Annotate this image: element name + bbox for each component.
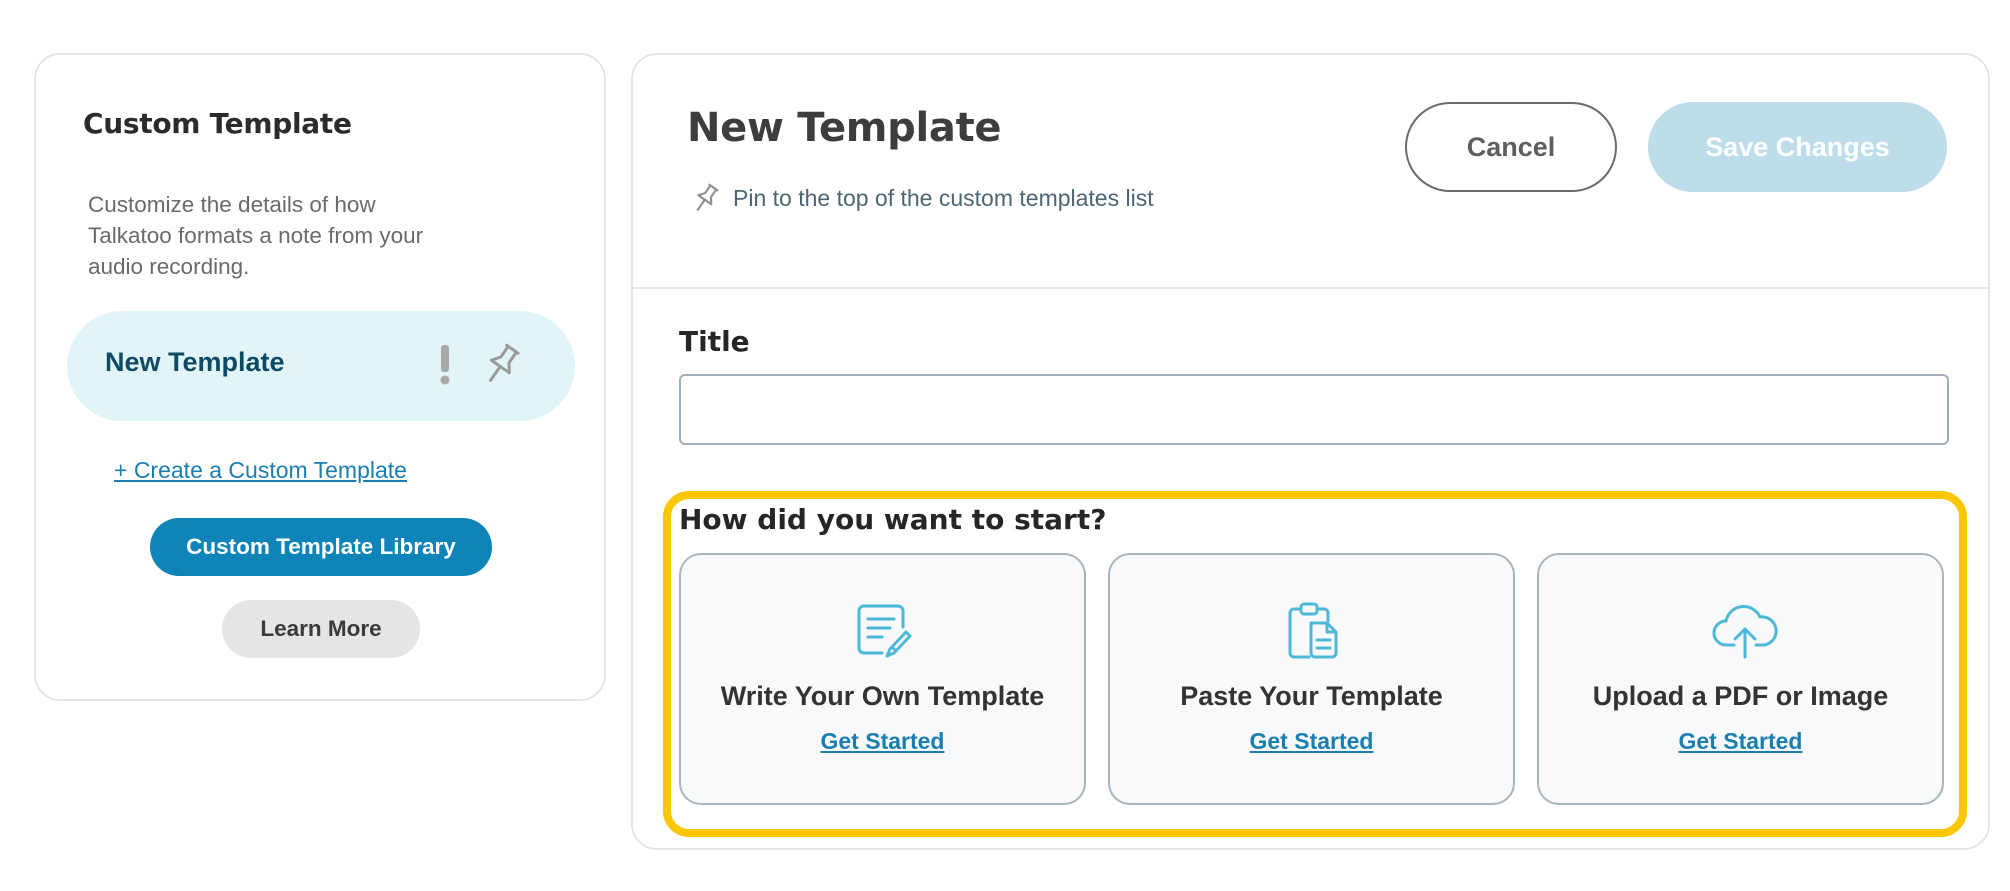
create-custom-template-link[interactable]: + Create a Custom Template — [114, 457, 407, 484]
pin-icon[interactable] — [691, 181, 721, 215]
pin-icon[interactable] — [481, 341, 523, 387]
paste-your-template-option[interactable]: Paste Your Template Get Started — [1108, 553, 1515, 805]
get-started-link[interactable]: Get Started — [821, 728, 945, 754]
cloud-upload-icon — [1710, 599, 1778, 661]
document-pen-icon — [852, 599, 914, 661]
option-title: Write Your Own Template — [720, 681, 1045, 711]
sidebar-description: Customize the details of how Talkatoo fo… — [88, 192, 424, 279]
cancel-button[interactable]: Cancel — [1405, 102, 1617, 192]
learn-more-button[interactable]: Learn More — [222, 600, 420, 658]
header-divider — [633, 287, 1988, 289]
write-your-own-template-option[interactable]: Write Your Own Template Get Started — [679, 553, 1086, 805]
get-started-link[interactable]: Get Started — [1250, 728, 1374, 754]
clipboard-icon — [1281, 599, 1343, 661]
option-title: Upload a PDF or Image — [1592, 681, 1889, 711]
pin-to-top-label: Pin to the top of the custom templates l… — [733, 184, 1154, 211]
template-item-label: New Template — [105, 347, 285, 377]
warning-icon — [437, 345, 453, 385]
option-title: Paste Your Template — [1180, 681, 1443, 711]
title-input[interactable] — [679, 374, 1949, 445]
get-started-link[interactable]: Get Started — [1679, 728, 1803, 754]
template-list-item-new-template[interactable]: New Template — [67, 311, 575, 421]
custom-template-sidebar: Custom Template Customize the details of… — [34, 53, 606, 701]
template-editor: New Template Pin to the top of the custo… — [631, 53, 1990, 850]
page-title: New Template — [687, 105, 1002, 151]
title-field-label: Title — [679, 325, 750, 358]
sidebar-title: Custom Template — [83, 107, 352, 140]
custom-template-library-button[interactable]: Custom Template Library — [150, 518, 492, 576]
upload-pdf-or-image-option[interactable]: Upload a PDF or Image Get Started — [1537, 553, 1944, 805]
pin-to-top-toggle[interactable]: Pin to the top of the custom templates l… — [691, 181, 1154, 215]
save-changes-button[interactable]: Save Changes — [1648, 102, 1947, 192]
start-options-heading: How did you want to start? — [679, 503, 1107, 536]
